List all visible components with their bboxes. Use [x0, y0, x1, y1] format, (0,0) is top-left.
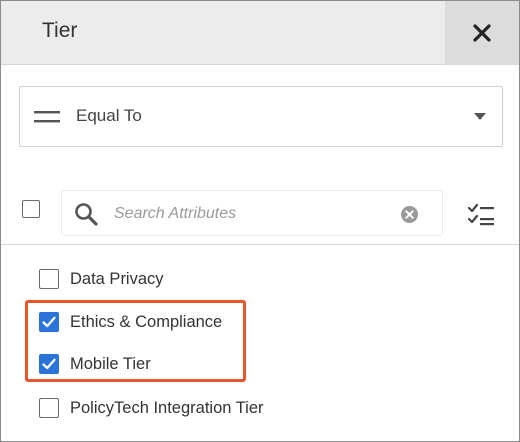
attribute-checkbox[interactable]: [39, 269, 59, 289]
clear-search-icon[interactable]: [401, 206, 418, 223]
attribute-label: Ethics & Compliance: [70, 312, 223, 331]
search-input[interactable]: [114, 201, 394, 227]
attribute-item[interactable]: Ethics & Compliance: [39, 310, 222, 334]
operator-dropdown[interactable]: Equal To: [19, 86, 503, 147]
panel-title: Tier: [42, 19, 78, 42]
attribute-label: PolicyTech Integration Tier: [70, 398, 264, 417]
equals-icon: [34, 111, 60, 123]
checklist-icon[interactable]: [468, 203, 495, 227]
checkmark-icon: [42, 316, 56, 328]
attribute-item[interactable]: Data Privacy: [39, 267, 164, 291]
close-button[interactable]: [445, 1, 519, 65]
attribute-checkbox[interactable]: [39, 354, 59, 374]
search-box: [61, 190, 443, 236]
attribute-checkbox[interactable]: [39, 398, 59, 418]
attribute-label: Data Privacy: [70, 269, 164, 288]
select-all-checkbox[interactable]: [22, 200, 40, 218]
close-icon: [473, 24, 491, 42]
divider: [1, 244, 519, 245]
attribute-item[interactable]: PolicyTech Integration Tier: [39, 396, 264, 420]
filter-panel: Tier Equal To Search Attributes Data Pri…: [0, 0, 520, 442]
operator-label: Equal To: [76, 106, 142, 125]
panel-header: Tier: [1, 1, 519, 65]
search-icon: [75, 203, 98, 226]
attribute-checkbox[interactable]: [39, 312, 59, 332]
attribute-item[interactable]: Mobile Tier: [39, 352, 151, 376]
chevron-down-icon: [474, 113, 486, 120]
attribute-label: Mobile Tier: [70, 354, 151, 373]
checkmark-icon: [42, 358, 56, 370]
